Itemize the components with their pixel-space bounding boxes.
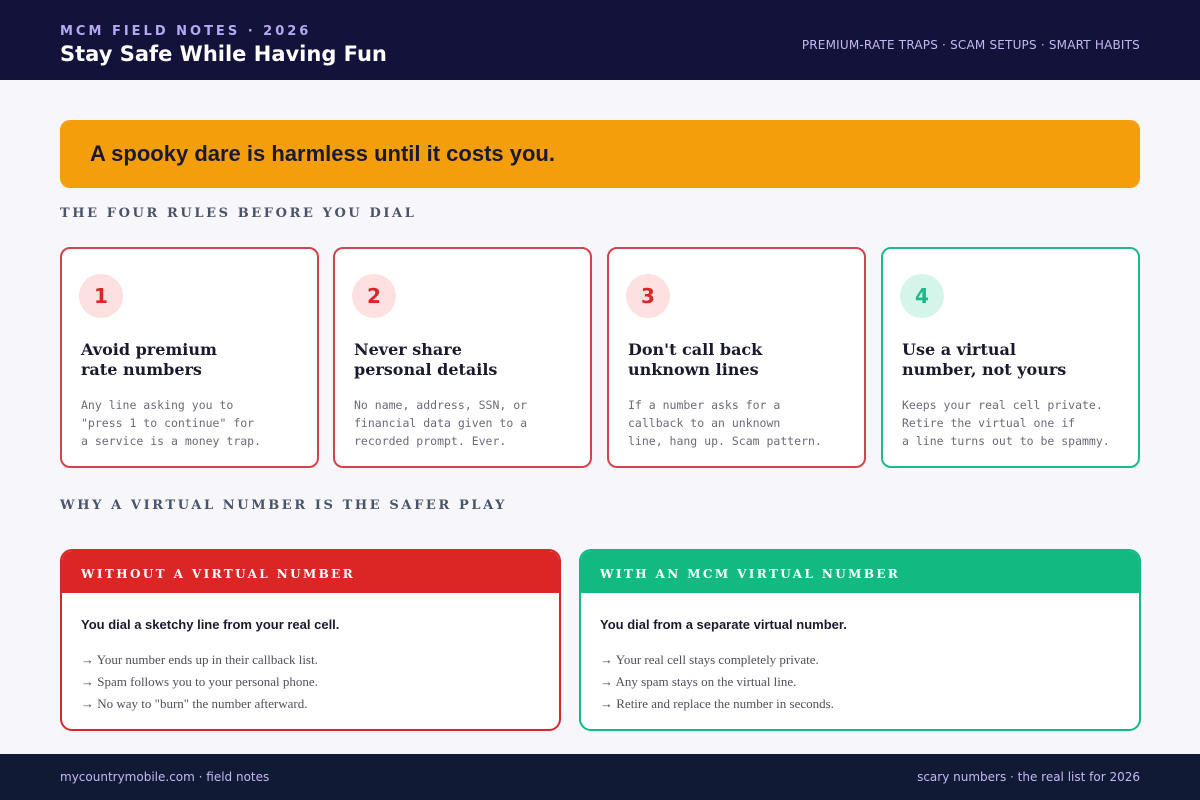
panel-lead: You dial from a separate virtual number. [600, 617, 847, 632]
page-header: MCM FIELD NOTES · 2026 Stay Safe While H… [0, 0, 1200, 80]
rule-body: If a number asks for a callback to an un… [628, 398, 822, 448]
without-virtual-number-panel: WITHOUT A VIRTUAL NUMBER You dial a sket… [60, 549, 561, 731]
rule-card-4: 4 Use a virtual number, not yours Keeps … [881, 247, 1140, 468]
compare-section-title: WHY A VIRTUAL NUMBER IS THE SAFER PLAY [60, 498, 508, 513]
page-title: Stay Safe While Having Fun [60, 42, 387, 66]
list-item: → Your number ends up in their callback … [81, 652, 318, 667]
rule-body: No name, address, SSN, or financial data… [354, 398, 528, 448]
with-virtual-number-panel: WITH AN MCM VIRTUAL NUMBER You dial from… [579, 549, 1141, 731]
rule-number-badge: 4 [900, 274, 944, 318]
panel-list: → Your real cell stays completely privat… [600, 649, 834, 715]
rule-card-1: 1 Avoid premium rate numbers Any line as… [60, 247, 319, 468]
banner-text: A spooky dare is harmless until it costs… [90, 141, 555, 166]
rule-body: Keeps your real cell private. Retire the… [902, 398, 1110, 448]
header-kicker: MCM FIELD NOTES · 2026 [60, 24, 312, 39]
list-item: → Retire and replace the number in secon… [600, 696, 834, 711]
rule-title: Don't call back unknown lines [628, 340, 763, 379]
panel-lead: You dial a sketchy line from your real c… [81, 617, 340, 632]
rule-card-3: 3 Don't call back unknown lines If a num… [607, 247, 866, 468]
panel-header: WITH AN MCM VIRTUAL NUMBER [581, 551, 1139, 593]
panel-list: → Your number ends up in their callback … [81, 649, 318, 715]
list-item: → No way to "burn" the number afterward. [81, 696, 308, 711]
footer-site-link[interactable]: mycountrymobile.com · field notes [60, 770, 269, 784]
rule-title: Avoid premium rate numbers [81, 340, 217, 379]
list-item: → Your real cell stays completely privat… [600, 652, 819, 667]
rule-title: Use a virtual number, not yours [902, 340, 1067, 379]
panel-header-label: WITH AN MCM VIRTUAL NUMBER [600, 567, 901, 581]
panel-header: WITHOUT A VIRTUAL NUMBER [62, 551, 559, 593]
rule-number-badge: 1 [79, 274, 123, 318]
rule-body: Any line asking you to "press 1 to conti… [81, 398, 262, 448]
rules-section-title: THE FOUR RULES BEFORE YOU DIAL [60, 206, 417, 221]
panel-header-label: WITHOUT A VIRTUAL NUMBER [81, 567, 356, 581]
rule-title: Never share personal details [354, 340, 498, 379]
rule-card-2: 2 Never share personal details No name, … [333, 247, 592, 468]
header-tagline: PREMIUM-RATE TRAPS · SCAM SETUPS · SMART… [801, 38, 1140, 52]
rule-number-badge: 3 [626, 274, 670, 318]
footer-note: scary numbers · the real list for 2026 [917, 770, 1140, 784]
list-item: → Spam follows you to your personal phon… [81, 674, 318, 689]
rule-number-badge: 2 [352, 274, 396, 318]
warning-banner: A spooky dare is harmless until it costs… [60, 120, 1140, 188]
list-item: → Any spam stays on the virtual line. [600, 674, 797, 689]
page-footer: mycountrymobile.com · field notes scary … [0, 754, 1200, 800]
